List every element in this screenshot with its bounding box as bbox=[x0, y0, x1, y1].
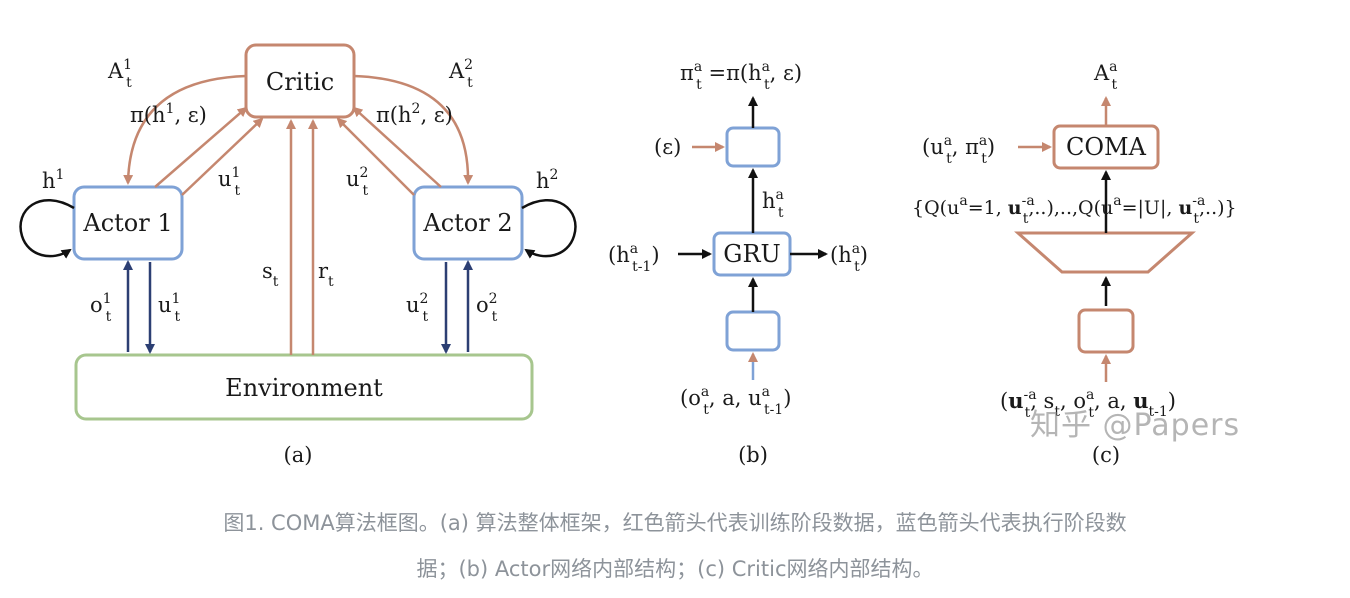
input-box bbox=[725, 310, 781, 352]
advantage-2-arrow bbox=[353, 74, 474, 185]
panel-b-label: (b) bbox=[738, 443, 768, 467]
caption-line-2: 据；(b) Actor网络内部结构；(c) Critic网络内部结构。 bbox=[416, 557, 934, 581]
actor2-label: Actor 2 bbox=[422, 209, 512, 237]
b-input-label: (oa t, a, ua t-1) bbox=[680, 384, 791, 418]
label-s: st bbox=[262, 259, 279, 290]
actor1-label: Actor 1 bbox=[82, 209, 172, 237]
output-box bbox=[725, 126, 781, 168]
label-u2-env: u2 t bbox=[406, 291, 428, 325]
critic-label: Critic bbox=[266, 68, 334, 96]
b-ht-label: ha t bbox=[762, 187, 784, 221]
b-eps-label: (ε) bbox=[654, 135, 681, 159]
panel-a-label: (a) bbox=[284, 443, 313, 467]
recurrent-loop-1 bbox=[19, 198, 75, 259]
panel-a: Critic Actor 1 Actor 2 Environment A1 t A… bbox=[19, 43, 577, 467]
c-input-box bbox=[1077, 308, 1135, 354]
label-A2: A2 t bbox=[448, 57, 473, 91]
b-policy-label: πa t =π(ha t, ε) bbox=[680, 59, 802, 93]
label-h1: h1 bbox=[42, 167, 64, 193]
trapezoid-layer bbox=[1014, 231, 1196, 274]
label-u2-critic: u2 t bbox=[346, 165, 368, 199]
b-hnext-label: (ha t) bbox=[830, 241, 868, 275]
caption-line-1: 图1. COMA算法框图。(a) 算法整体框架，红色箭头代表训练阶段数据，蓝色箭… bbox=[223, 511, 1127, 535]
label-pi-1: π(h1, ε) bbox=[130, 101, 207, 127]
label-r: rt bbox=[318, 259, 334, 290]
c-left-label: (ua t, πa t) bbox=[922, 133, 995, 167]
panel-b: GRU πa t =π(ha t, ε) (ε) ha t (ha t-1) (ha t)… bbox=[608, 59, 868, 467]
c-q-label: {Q(ua=1, u-a t,..),..,Q(ua=|U|, u-a t,..)} bbox=[912, 193, 1237, 227]
watermark: 知乎 @Papers bbox=[1030, 408, 1241, 443]
label-h2: h2 bbox=[536, 167, 558, 193]
gru-label: GRU bbox=[723, 240, 780, 268]
label-u1-env: u1 t bbox=[158, 291, 180, 325]
environment-label: Environment bbox=[225, 374, 383, 402]
b-hprev-label: (ha t-1) bbox=[608, 241, 660, 275]
c-A-label: Aa t bbox=[1093, 59, 1118, 93]
recurrent-loop-2 bbox=[521, 198, 577, 259]
panel-c-label: (c) bbox=[1092, 443, 1120, 467]
label-o2: o2 t bbox=[476, 291, 498, 325]
label-A1: A1 t bbox=[107, 57, 132, 91]
label-pi-2: π(h2, ε) bbox=[376, 101, 453, 127]
label-o1: o1 t bbox=[90, 291, 112, 325]
label-u1-critic: u1 t bbox=[218, 165, 240, 199]
coma-label: COMA bbox=[1066, 133, 1147, 161]
figure-caption: 图1. COMA算法框图。(a) 算法整体框架，红色箭头代表训练阶段数据，蓝色箭… bbox=[30, 500, 1320, 592]
